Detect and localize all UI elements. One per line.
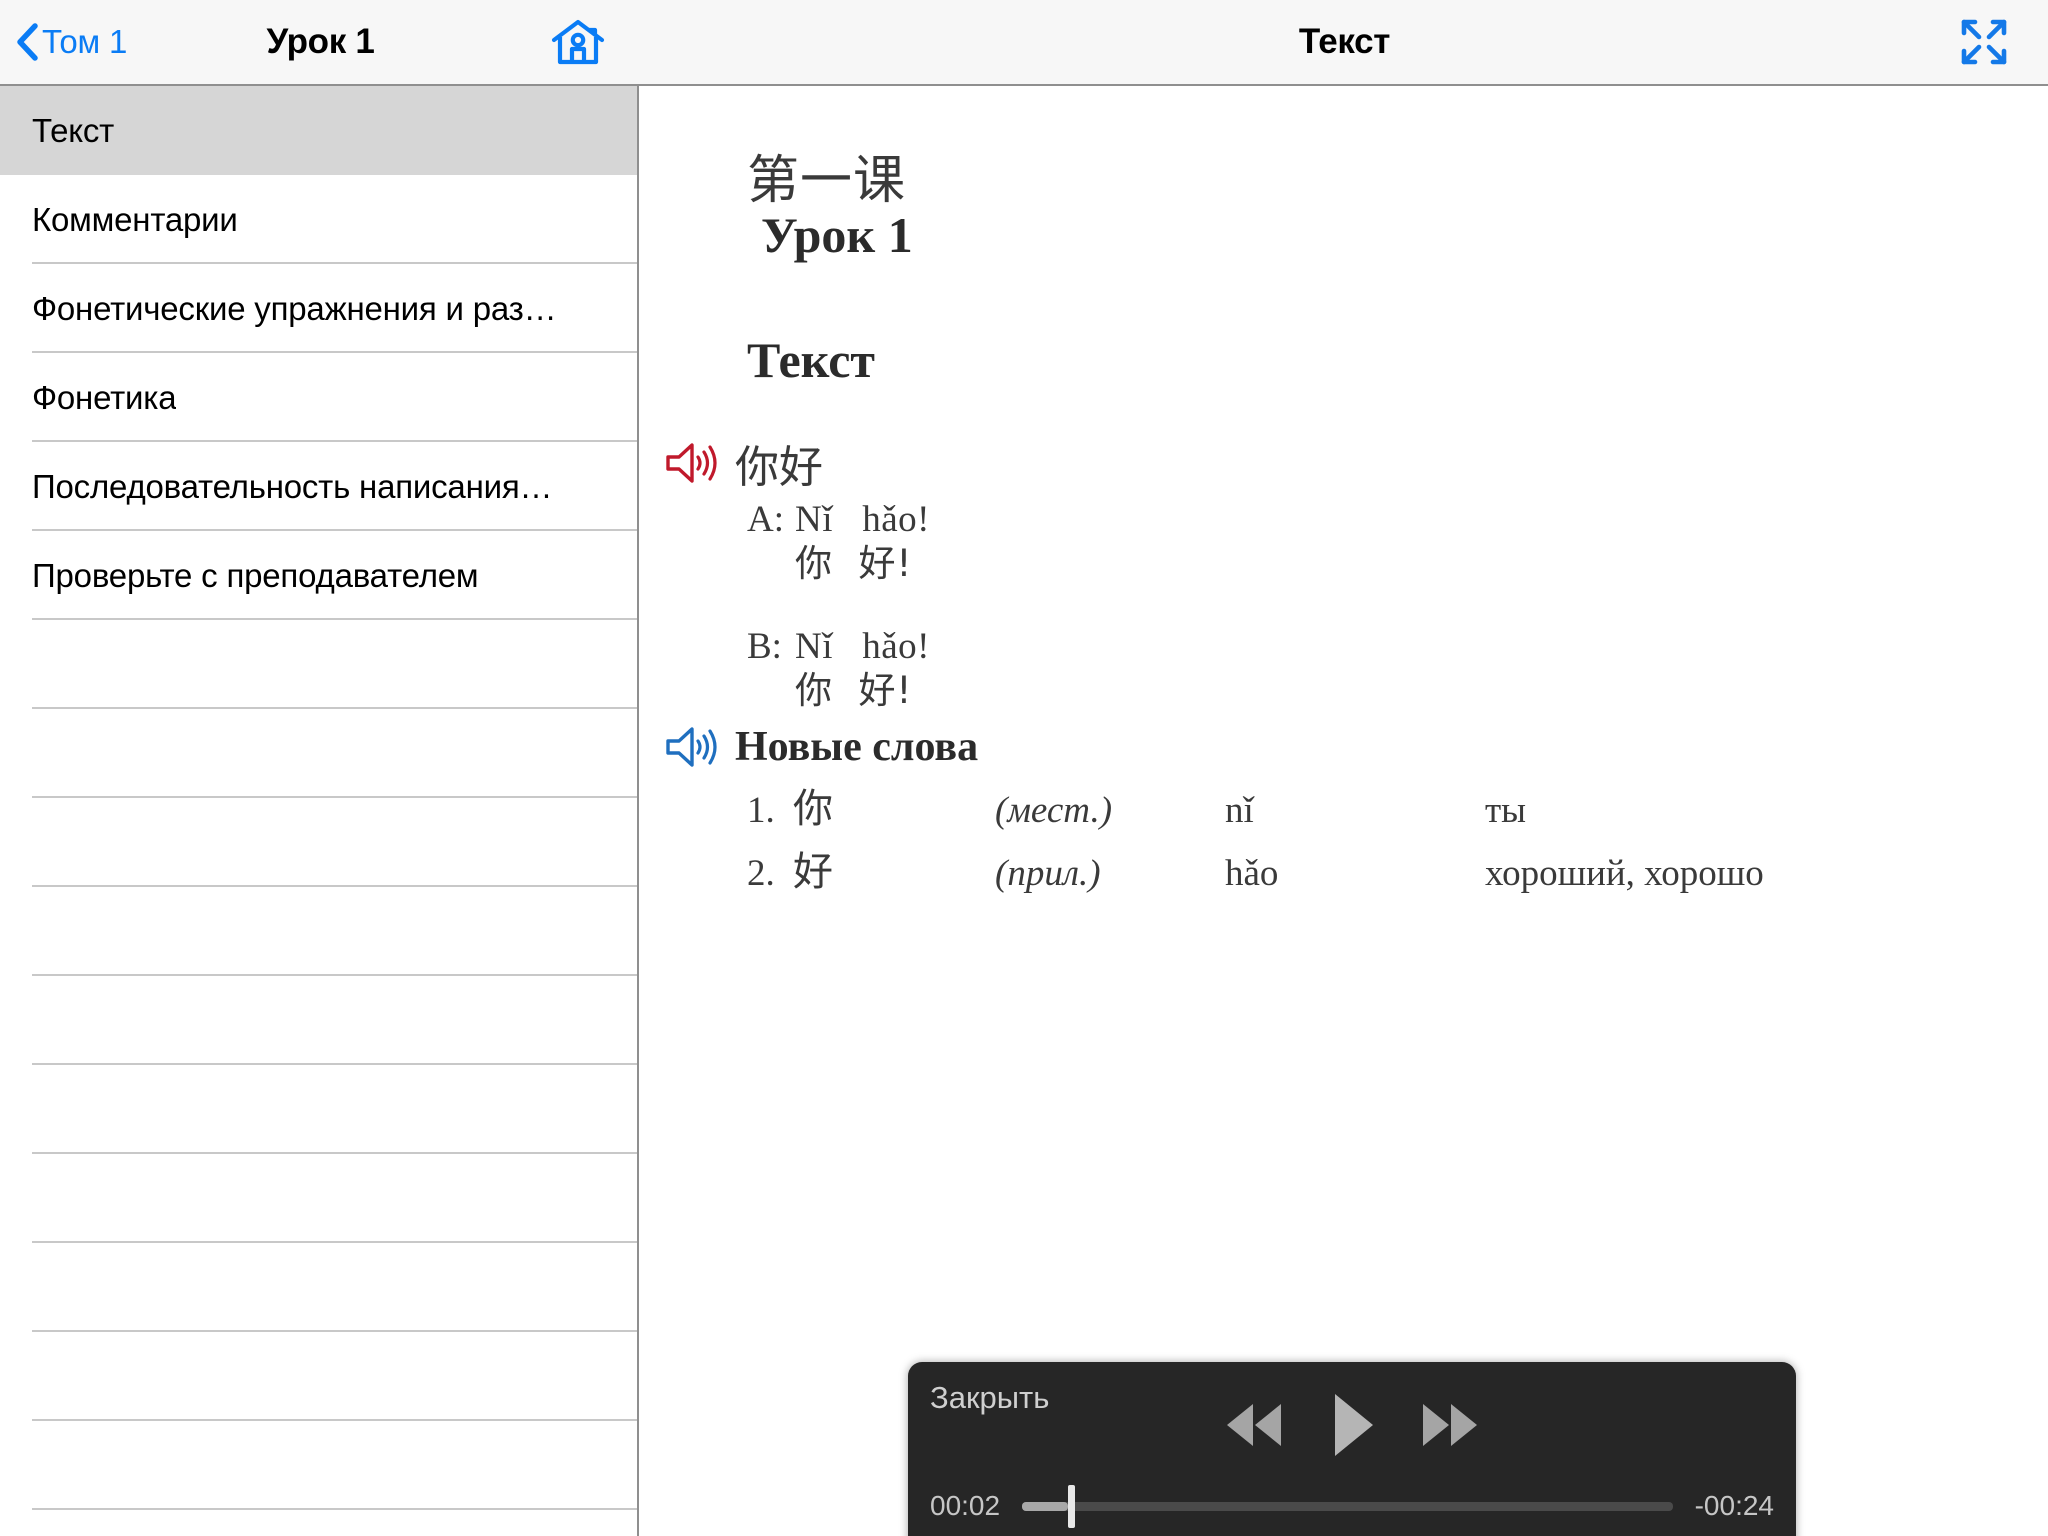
- sidebar-item-tekst[interactable]: Текст: [0, 86, 637, 175]
- dialog-pinyin: Nǐ hǎo!: [795, 499, 930, 540]
- sidebar-empty-row: [0, 887, 637, 976]
- section-heading-text: Текст: [747, 332, 875, 388]
- chevron-left-icon: [17, 23, 38, 61]
- vocabulary-character: 你: [793, 786, 833, 832]
- vocabulary-number: 1.: [747, 790, 775, 831]
- vocabulary-part-of-speech: (мест.): [995, 790, 1113, 831]
- vocabulary-translation: хороший, хорошо: [1485, 853, 1764, 894]
- sidebar-item-label: Фонетические упражнения и раз…: [32, 289, 557, 327]
- vocabulary-translation: ты: [1485, 790, 1527, 831]
- home-icon: [551, 19, 605, 65]
- fullscreen-button[interactable]: [1958, 0, 2010, 84]
- progress-fill: [1022, 1501, 1068, 1511]
- sidebar-item-foneticheskie-uprazhneniya[interactable]: Фонетические упражнения и раз…: [0, 264, 637, 353]
- sidebar-empty-row: [0, 1243, 637, 1332]
- progress-thumb[interactable]: [1067, 1484, 1075, 1528]
- dialog-pinyin-row: B: Nǐ hǎo!: [747, 625, 930, 669]
- sidebar-item-label: Проверьте с преподавателем: [32, 556, 479, 594]
- lesson-content-pane: 第一课 Урок 1 Текст 你好 A: Nǐ hǎo! 你 好! B: N…: [641, 86, 2048, 1536]
- speaker-icon[interactable]: [665, 725, 717, 769]
- sidebar-empty-row: [0, 620, 637, 709]
- vocabulary-pinyin: nǐ: [1225, 790, 1254, 831]
- sidebar-empty-row: [0, 976, 637, 1065]
- lesson-heading-chinese: 第一课: [747, 151, 907, 211]
- home-button[interactable]: [551, 0, 605, 84]
- audio-heading-label: 你好: [735, 442, 823, 493]
- sidebar-empty-row: [0, 1421, 637, 1510]
- sidebar-empty-row: [0, 1510, 637, 1536]
- dialog-turn-b: B: Nǐ hǎo! 你 好!: [747, 625, 930, 712]
- vocabulary-table: 1. 你 (мест.) nǐ ты 2. 好 (прил.) hǎo хоро…: [747, 776, 1764, 902]
- dialog-chinese: 你 好!: [795, 541, 913, 585]
- sidebar-empty-row: [0, 709, 637, 798]
- sidebar-empty-row: [0, 798, 637, 887]
- dialog-chinese-row: 你 好!: [747, 542, 930, 586]
- sidebar-item-label: Текст: [32, 111, 115, 149]
- dialog-chinese-row: 你 好!: [747, 669, 930, 713]
- dialog-speaker-label: A:: [747, 499, 784, 540]
- progress-scrubber[interactable]: [1022, 1484, 1673, 1528]
- lesson-sidebar[interactable]: Текст Комментарии Фонетические упражнени…: [0, 86, 639, 1536]
- dialog-block: A: Nǐ hǎo! 你 好! B: Nǐ hǎo! 你 好!: [747, 498, 930, 753]
- speaker-icon[interactable]: [665, 441, 717, 485]
- dialog-pinyin: Nǐ hǎo!: [795, 626, 930, 668]
- app-root: Урок 1 Том 1 Текст Текст Комментарии Фон…: [0, 0, 2048, 1536]
- sidebar-item-label: Фонетика: [32, 378, 177, 416]
- vocabulary-character: 好: [793, 849, 833, 895]
- audio-heading-label: Новые слова: [735, 724, 979, 770]
- sidebar-empty-row: [0, 1154, 637, 1243]
- rewind-icon[interactable]: [1221, 1398, 1287, 1452]
- dialog-pinyin-row: A: Nǐ hǎo!: [747, 498, 930, 542]
- back-button-label: Том 1: [42, 23, 128, 60]
- dialog-chinese: 你 好!: [795, 668, 913, 712]
- audio-player: Закрыть 00:02 -00:24: [908, 1362, 1796, 1536]
- dialog-speaker-label: B:: [747, 626, 782, 668]
- audio-heading-nihao: 你好: [665, 431, 823, 495]
- content-navigation-bar: Текст: [641, 0, 2048, 86]
- lesson-heading-russian: Урок 1: [761, 207, 913, 263]
- play-icon[interactable]: [1327, 1390, 1377, 1460]
- sidebar-item-kommentarii[interactable]: Комментарии: [0, 175, 637, 264]
- vocabulary-number: 2.: [747, 853, 775, 894]
- vocabulary-row: 1. 你 (мест.) nǐ ты: [747, 776, 1764, 839]
- player-progress-row: 00:02 -00:24: [930, 1484, 1774, 1528]
- sidebar-item-label: Комментарии: [32, 200, 238, 238]
- dialog-turn-a: A: Nǐ hǎo! 你 好!: [747, 498, 930, 585]
- back-button[interactable]: Том 1: [16, 0, 127, 84]
- vocabulary-part-of-speech: (прил.): [995, 853, 1101, 894]
- remaining-time: -00:24: [1694, 1490, 1774, 1521]
- content-title: Текст: [1298, 22, 1391, 61]
- player-transport-controls: [908, 1390, 1796, 1460]
- sidebar-item-proverte-s-prepodavatelem[interactable]: Проверьте с преподавателем: [0, 531, 637, 620]
- elapsed-time: 00:02: [930, 1490, 1001, 1521]
- audio-heading-new-words: Новые слова: [665, 723, 978, 771]
- sidebar-empty-row: [0, 1065, 637, 1154]
- vocabulary-row: 2. 好 (прил.) hǎo хороший, хорошо: [747, 839, 1764, 902]
- sidebar-item-posledovatelnost-napisaniya[interactable]: Последовательность написания…: [0, 442, 637, 531]
- expand-icon: [1961, 19, 2007, 65]
- sidebar-item-fonetika[interactable]: Фонетика: [0, 353, 637, 442]
- fast-forward-icon[interactable]: [1417, 1398, 1483, 1452]
- sidebar-empty-row: [0, 1332, 637, 1421]
- sidebar-navigation-bar: Урок 1 Том 1: [0, 0, 641, 86]
- vocabulary-pinyin: hǎo: [1225, 853, 1279, 894]
- sidebar-item-label: Последовательность написания…: [32, 467, 553, 505]
